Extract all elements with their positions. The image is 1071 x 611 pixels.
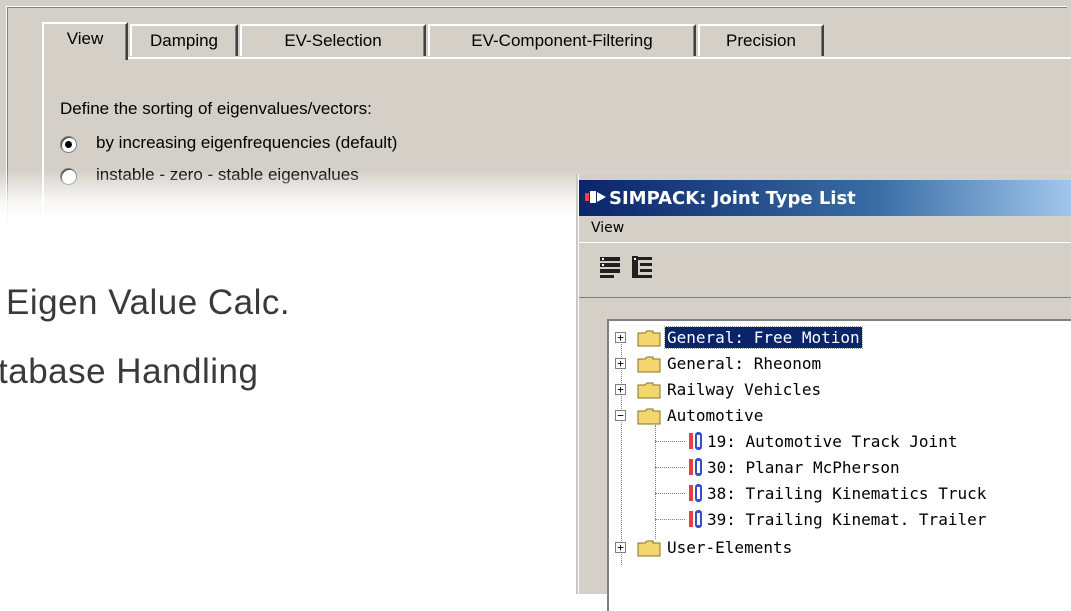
collapse-minus-icon[interactable]: − [615, 410, 626, 421]
tree-connector [655, 441, 685, 442]
menu-view[interactable]: View [591, 220, 624, 236]
expand-plus-icon[interactable]: + [615, 384, 626, 395]
collapse-tree-button[interactable] [627, 251, 657, 283]
tree-label: 39: Trailing Kinemat. Trailer [707, 510, 987, 529]
menu-bar: View [579, 216, 1071, 242]
tree-connector [655, 493, 685, 494]
tab-view[interactable]: View [42, 22, 128, 60]
joint-icon [689, 458, 702, 476]
tab-precision[interactable]: Precision [698, 24, 824, 56]
tree-label: General: Free Motion [664, 326, 863, 349]
tab-damping[interactable]: Damping [130, 24, 238, 56]
joint-icon [689, 432, 702, 450]
folder-icon [637, 356, 661, 373]
toolbar [579, 242, 1071, 298]
joint-type-list-window: SIMPACK: Joint Type List View + General:… [578, 174, 1071, 611]
tree-connector [655, 425, 656, 539]
option-increasing-eigenfrequencies-label[interactable]: by increasing eigenfrequencies (default) [96, 133, 397, 153]
joint-icon [689, 510, 702, 528]
simpack-app-icon [585, 191, 606, 203]
folder-icon [637, 382, 661, 399]
heading-eigen-value-calc: Eigen Value Calc. [6, 283, 291, 322]
window-title: SIMPACK: Joint Type List [609, 188, 856, 209]
expand-tree-icon [600, 257, 620, 278]
joint-type-tree: + General: Free Motion + General: Rheono… [607, 319, 1071, 611]
expand-plus-icon[interactable]: + [615, 358, 626, 369]
tab-ev-component-filtering[interactable]: EV-Component-Filtering [428, 24, 696, 56]
tree-label: Automotive [667, 406, 764, 425]
sorting-label: Define the sorting of eigenvalues/vector… [60, 99, 372, 118]
tree-connector [655, 467, 685, 468]
tree-label: 30: Planar McPherson [707, 458, 900, 477]
folder-icon [637, 408, 661, 425]
tab-ev-selection[interactable]: EV-Selection [240, 24, 426, 56]
radio-selected-dot [65, 141, 72, 148]
collapse-tree-icon [632, 256, 652, 278]
folder-icon [637, 540, 661, 557]
title-bar[interactable]: SIMPACK: Joint Type List [579, 180, 1071, 216]
expand-plus-icon[interactable]: + [615, 542, 626, 553]
radio-increasing-eigenfrequencies[interactable] [60, 136, 77, 153]
tree-connector [655, 519, 685, 520]
tree-label: Railway Vehicles [667, 380, 822, 399]
tree-label: User-Elements [667, 538, 793, 557]
tree-label: 38: Trailing Kinematics Truck [707, 484, 987, 503]
expand-plus-icon[interactable]: + [615, 332, 626, 343]
expand-tree-button[interactable] [595, 251, 625, 283]
folder-icon [637, 330, 661, 347]
heading-database-handling: tabase Handling [0, 352, 259, 391]
tree-label: 19: Automotive Track Joint [707, 432, 958, 451]
tree-label: General: Rheonom [667, 354, 822, 373]
joint-icon [689, 484, 702, 502]
